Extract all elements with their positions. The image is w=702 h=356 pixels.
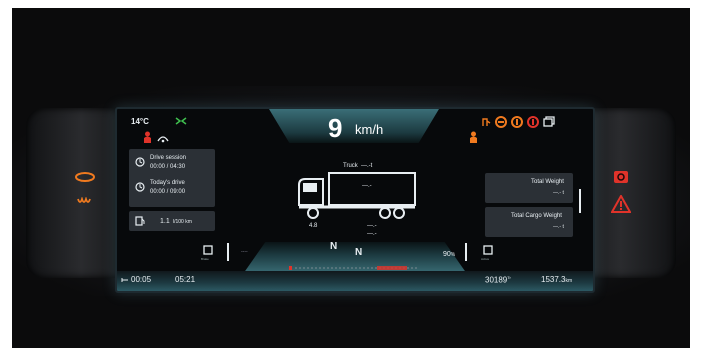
total-weight-value: —.- t xyxy=(553,190,564,196)
active-mode-icon xyxy=(483,245,493,255)
retarder-percent-unit: % xyxy=(450,252,456,258)
range: 1537.3km xyxy=(541,275,572,284)
fuel-pump-icon xyxy=(135,216,145,226)
dashboard-photo: 14°C 9 km/h Drive session 00:00 / 04:30 … xyxy=(12,8,690,348)
engine-warning-icon xyxy=(495,116,507,128)
total-weight-panel xyxy=(485,173,573,203)
drive-session-label: Drive session xyxy=(150,155,187,161)
parking-brake-icon xyxy=(527,116,539,128)
brake-mode-icon xyxy=(203,245,213,255)
driver-attention-icon xyxy=(470,131,477,143)
gear-left: N xyxy=(330,241,338,252)
wiper-icon xyxy=(157,136,169,143)
instrument-screen: 14°C 9 km/h Drive session 00:00 / 04:30 … xyxy=(115,107,595,293)
truck-label-value: —.-t xyxy=(361,163,373,169)
retarder-percent: 90% xyxy=(443,251,455,258)
odometer: 30189Tr xyxy=(485,275,511,285)
retarder-level-bar xyxy=(465,243,467,261)
warning-triangle-icon xyxy=(611,195,631,213)
total-cargo-panel xyxy=(485,207,573,237)
todays-drive-icon xyxy=(135,182,145,192)
brake-mode-indicator: Brake xyxy=(201,257,209,261)
gear-right: N xyxy=(355,247,363,258)
clock-icon xyxy=(121,278,128,282)
clock-1: 00:05 xyxy=(131,275,152,284)
left-indicator-panel xyxy=(26,108,118,278)
seatbelt-warning-icon xyxy=(144,131,151,143)
consumption-value: 1.1 xyxy=(160,218,170,225)
fuel-filter-icon xyxy=(482,118,491,126)
range-unit: km xyxy=(565,278,573,284)
truck-bottom-value-2: —.- xyxy=(367,231,377,237)
todays-drive-value: 00:00 / 09:00 xyxy=(150,189,186,195)
truck-label: Truck xyxy=(343,163,358,169)
drive-session-value: 00:00 / 04:30 xyxy=(150,164,186,170)
truck-icon xyxy=(298,172,416,219)
drive-session-icon xyxy=(135,157,145,167)
range-value: 1537.3 xyxy=(541,275,566,284)
right-scrollbar[interactable] xyxy=(579,189,581,213)
retarder-percent-value: 90 xyxy=(443,251,451,258)
trailer-icon xyxy=(543,116,555,127)
odometer-value: 30189 xyxy=(485,275,508,285)
clock-2: 05:21 xyxy=(175,275,196,284)
truck-bottom-value-1: —.- xyxy=(367,223,377,229)
speed-gauge-top xyxy=(269,109,439,143)
truck-mid-value: —.- xyxy=(362,183,372,189)
gear-dash: ---- xyxy=(241,249,248,255)
speed-value: 9 xyxy=(328,113,343,143)
right-indicator-panel xyxy=(584,108,676,278)
truck-axle-value: 4.8 xyxy=(309,223,318,229)
todays-drive-label: Today's drive xyxy=(150,180,185,186)
lights-indicator-icon xyxy=(175,117,187,125)
odometer-sup: Tr xyxy=(507,275,511,280)
brake-warning-icon xyxy=(614,171,628,183)
speed-unit: km/h xyxy=(355,122,384,137)
active-mode-indicator: Active xyxy=(481,257,490,261)
consumption-unit: l/100 km xyxy=(173,219,192,225)
total-cargo-label: Total Cargo Weight xyxy=(511,213,562,219)
total-weight-label: Total Weight xyxy=(531,179,564,185)
total-cargo-value: —.- t xyxy=(553,224,564,230)
temperature-readout: 14°C xyxy=(131,117,149,126)
brake-level-bar xyxy=(227,243,229,261)
oil-pressure-icon xyxy=(75,172,95,182)
glow-plug-icon xyxy=(77,197,91,203)
abs-warning-icon xyxy=(511,116,523,128)
